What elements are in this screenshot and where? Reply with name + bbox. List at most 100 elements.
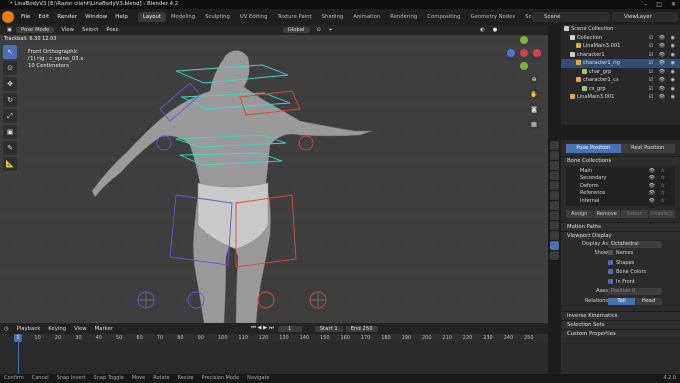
tab-modeling[interactable]: Modeling bbox=[166, 12, 200, 22]
render-tab-icon[interactable] bbox=[550, 151, 559, 160]
bone-collection-item[interactable]: Internal 👁 ☆ bbox=[566, 198, 675, 205]
pivot-icon[interactable]: ⊙ bbox=[313, 27, 325, 33]
playhead[interactable]: 1 bbox=[14, 334, 22, 342]
bone-collections-panel[interactable]: Bone Collections bbox=[561, 156, 680, 165]
tab-compositing[interactable]: Compositing bbox=[422, 12, 465, 22]
show-shapes-option[interactable]: Shapes bbox=[608, 259, 634, 269]
output-tab-icon[interactable] bbox=[550, 161, 559, 170]
annotate-tool-icon[interactable]: ✎ bbox=[3, 141, 17, 155]
visibility-icon[interactable]: ☑ 👁 ◉ bbox=[649, 34, 677, 43]
transform-tool-icon[interactable]: ▣ bbox=[3, 125, 17, 139]
menu-edit[interactable]: Edit bbox=[34, 14, 53, 20]
motion-paths-panel[interactable]: Motion Paths bbox=[561, 221, 680, 231]
menu-select[interactable]: Select bbox=[78, 27, 102, 33]
bone-tab-icon[interactable] bbox=[550, 251, 559, 260]
tab-geometry-nodes[interactable]: Geometry Nodes bbox=[465, 12, 520, 22]
menu-playback[interactable]: Playback bbox=[13, 326, 45, 332]
menu-file[interactable]: File bbox=[17, 14, 34, 20]
show-bone-colors-option[interactable]: Bone Colors bbox=[608, 268, 646, 278]
visibility-icon[interactable]: ☑ 👁 ◉ bbox=[649, 93, 677, 102]
menu-window[interactable]: Window bbox=[81, 14, 111, 20]
menu-pose[interactable]: Pose bbox=[102, 27, 122, 33]
pan-hand-icon[interactable]: ✋ bbox=[528, 88, 540, 100]
visibility-icon[interactable]: ☑ 👁 ◉ bbox=[649, 59, 677, 68]
outliner-item[interactable]: Collection ☑ 👁 ◉ bbox=[561, 34, 680, 43]
tab-animation[interactable]: Animation bbox=[348, 12, 385, 22]
outliner-item[interactable]: cs_grp ☑ 👁 ◉ bbox=[561, 85, 680, 94]
selection-sets-panel[interactable]: Selection Sets bbox=[561, 320, 680, 330]
shading-solid-icon[interactable]: ● bbox=[489, 27, 502, 33]
outliner-item[interactable]: character1_cs ☑ 👁 ◉ bbox=[561, 76, 680, 85]
visibility-icon[interactable]: ☑ 👁 ◉ bbox=[649, 76, 677, 85]
menu-help[interactable]: Help bbox=[111, 14, 132, 20]
custom-properties-panel[interactable]: Custom Properties bbox=[561, 329, 680, 339]
visibility-icon[interactable]: ☑ 👁 ◉ bbox=[649, 85, 677, 94]
playback-controls-icon[interactable]: ⏮ ◀ ▶ ⏭ bbox=[247, 325, 278, 332]
rest-position-button[interactable]: Rest Position bbox=[620, 144, 675, 153]
close-icon[interactable]: ✕ bbox=[671, 0, 676, 9]
outliner-item[interactable]: Scene Collection bbox=[561, 25, 680, 34]
overlay-icon[interactable]: ◐ bbox=[476, 27, 489, 33]
tool-tab-icon[interactable] bbox=[550, 141, 559, 150]
relations-tail-button[interactable]: Tail bbox=[608, 297, 635, 305]
visibility-icon[interactable]: 👁 ☆ bbox=[649, 183, 667, 190]
outliner-item[interactable]: character1_rig ☑ 👁 ◉ bbox=[561, 59, 680, 68]
relations-head-button[interactable]: Head bbox=[635, 297, 662, 305]
bone-collection-item[interactable]: Main 👁 ☆ bbox=[566, 168, 675, 175]
menu-timeline-view[interactable]: View bbox=[70, 326, 91, 332]
measure-tool-icon[interactable]: 📐 bbox=[3, 157, 17, 171]
scale-tool-icon[interactable]: ⤢ bbox=[3, 109, 17, 123]
outliner-item[interactable]: character1 ☑ 👁 ◉ bbox=[561, 51, 680, 60]
visibility-icon[interactable]: 👁 ☆ bbox=[649, 198, 667, 205]
show-in-front-option[interactable]: In Front bbox=[608, 278, 635, 288]
inverse-kinematics-panel[interactable]: Inverse Kinematics bbox=[561, 311, 680, 321]
assign-button[interactable]: Assign bbox=[566, 209, 593, 218]
object-tab-icon[interactable] bbox=[550, 201, 559, 210]
blender-logo-icon[interactable] bbox=[2, 11, 14, 23]
constraints-tab-icon[interactable] bbox=[550, 231, 559, 240]
menu-marker[interactable]: Marker bbox=[91, 326, 117, 332]
visibility-icon[interactable]: ☑ 👁 ◉ bbox=[649, 51, 677, 60]
view-layer-selector[interactable]: ViewLayer bbox=[612, 12, 678, 22]
mode-dropdown[interactable]: Pose Mode bbox=[16, 27, 55, 33]
grid-view-icon[interactable]: ▦ bbox=[528, 118, 540, 130]
start-frame-field[interactable]: Start 1 bbox=[314, 325, 343, 332]
outliner-item[interactable]: LinaMain3.001 ☑ 👁 ◉ bbox=[561, 93, 680, 102]
tab-layout[interactable]: Layout bbox=[137, 12, 166, 22]
visibility-icon[interactable]: 👁 ☆ bbox=[649, 168, 667, 175]
menu-view[interactable]: View bbox=[57, 27, 78, 33]
select-tool-icon[interactable]: ↖ bbox=[3, 45, 17, 59]
bone-collection-item[interactable]: Reference 👁 ☆ bbox=[566, 190, 675, 197]
3d-viewport[interactable]: Front Orthographic (1) rig : c_spine_03.… bbox=[0, 35, 548, 323]
end-frame-field[interactable]: End 250 bbox=[345, 325, 378, 332]
axis-gizmo[interactable] bbox=[506, 35, 542, 71]
outliner-item[interactable]: LinaMain3.001 ☑ 👁 ◉ bbox=[561, 42, 680, 51]
display-as-dropdown[interactable]: Octahedral bbox=[608, 240, 662, 248]
snap-icon[interactable]: ⌖ bbox=[325, 27, 336, 34]
viewport-display-panel[interactable]: Viewport Display bbox=[561, 230, 680, 240]
scene-selector[interactable]: Scene bbox=[532, 12, 610, 22]
visibility-icon[interactable]: ☑ 👁 ◉ bbox=[649, 42, 677, 51]
timeline-editor-icon[interactable]: ◷ bbox=[0, 326, 13, 332]
rotate-tool-icon[interactable]: ↻ bbox=[3, 93, 17, 107]
zoom-icon[interactable]: ⊕ bbox=[528, 73, 540, 85]
menu-keying[interactable]: Keying bbox=[44, 326, 70, 332]
scene-tab-icon[interactable] bbox=[550, 181, 559, 190]
outliner-item[interactable]: char_grp ☑ 👁 ◉ bbox=[561, 68, 680, 77]
visibility-icon[interactable]: 👁 ☆ bbox=[649, 175, 667, 182]
tab-sculpting[interactable]: Sculpting bbox=[200, 12, 235, 22]
orientation-dropdown[interactable]: Global bbox=[282, 27, 310, 33]
camera-icon[interactable]: ◙ bbox=[528, 103, 540, 115]
tab-uv-editing[interactable]: UV Editing bbox=[235, 12, 273, 22]
visibility-icon[interactable]: ☑ 👁 ◉ bbox=[649, 68, 677, 77]
current-frame-field[interactable]: 1 bbox=[277, 325, 302, 332]
cursor-tool-icon[interactable]: ⊙ bbox=[3, 61, 17, 75]
select-button[interactable]: Select bbox=[621, 209, 648, 218]
tab-shading[interactable]: Shading bbox=[317, 12, 349, 22]
move-tool-icon[interactable]: ✥ bbox=[3, 77, 17, 91]
bone-collection-item[interactable]: Deform 👁 ☆ bbox=[566, 183, 675, 190]
modifier-tab-icon[interactable] bbox=[550, 211, 559, 220]
axes-position-field[interactable]: Position 0 bbox=[608, 288, 662, 296]
timeline-ruler[interactable]: 0102030405060708090100110120130140150160… bbox=[14, 334, 548, 342]
maximize-icon[interactable]: □ bbox=[656, 0, 662, 9]
